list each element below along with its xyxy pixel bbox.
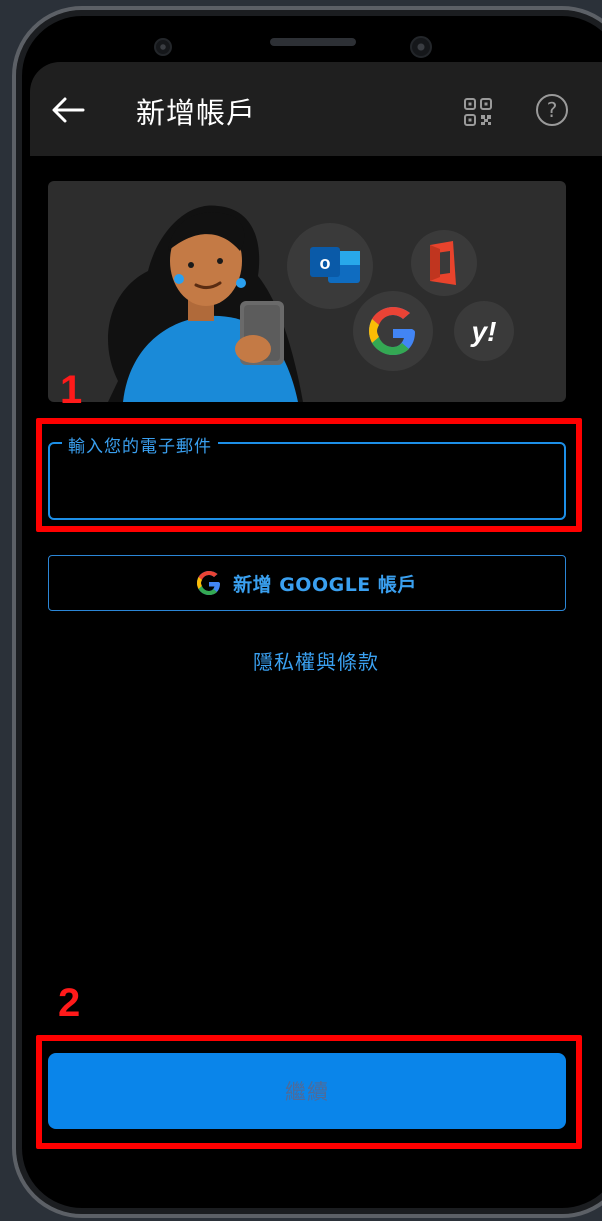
help-icon: ? xyxy=(546,98,558,122)
svg-text:o: o xyxy=(320,253,331,273)
front-camera-icon xyxy=(154,38,172,56)
email-field[interactable]: 輸入您的電子郵件 xyxy=(48,432,566,520)
email-field-label: 輸入您的電子郵件 xyxy=(62,432,218,457)
hero-illustration: o y! xyxy=(48,181,566,402)
privacy-terms-link[interactable]: 隱私權與條款 xyxy=(30,646,602,675)
qr-code-button[interactable] xyxy=(458,92,498,132)
earpiece-speaker xyxy=(270,38,356,46)
arrow-left-icon xyxy=(52,97,85,123)
office-logo xyxy=(430,241,456,285)
google-g-icon xyxy=(197,571,221,595)
add-google-account-label: 新增 GOOGLE 帳戶 xyxy=(233,573,417,596)
hero-art: o y! xyxy=(108,205,514,402)
continue-button[interactable]: 繼續 xyxy=(48,1053,566,1129)
email-input[interactable] xyxy=(64,462,544,502)
page-title: 新增帳戶 xyxy=(136,96,257,130)
annotation-number-2: 2 xyxy=(58,981,81,1025)
yahoo-logo: y! xyxy=(470,316,497,347)
sensor-icon xyxy=(410,36,432,58)
qr-code-icon xyxy=(464,98,492,126)
app-screen: 新增帳戶 ? o y! 1 輸入您的電子郵件 新增 GOOGLE 帳戶 隱私權與… xyxy=(30,62,602,1164)
add-google-account-button[interactable]: 新增 GOOGLE 帳戶 xyxy=(48,555,566,611)
back-button[interactable] xyxy=(48,90,88,130)
annotation-number-1: 1 xyxy=(60,368,83,412)
phone-top-bezel xyxy=(16,10,602,70)
app-bar: 新增帳戶 ? xyxy=(30,62,602,156)
continue-label: 繼續 xyxy=(285,1080,329,1104)
help-button[interactable]: ? xyxy=(536,94,568,126)
